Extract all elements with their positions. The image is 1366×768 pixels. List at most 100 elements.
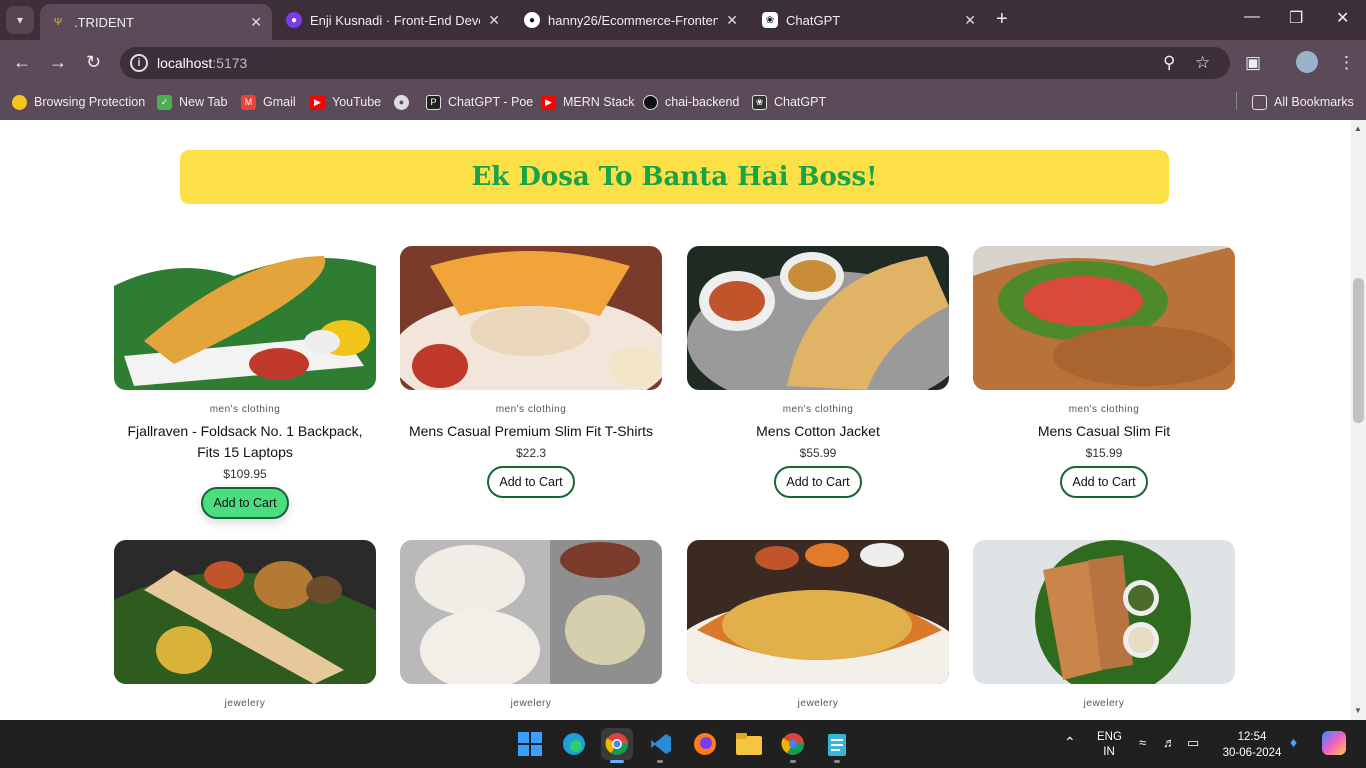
bookmark-mern-stack[interactable]: ▶ MERN Stack [541,92,635,112]
trident-favicon-icon: Ψ [53,16,63,28]
product-card: jewelery [400,540,662,709]
open-indicator [657,760,663,763]
product-image[interactable] [400,246,662,390]
reload-icon[interactable]: ↻ [86,52,101,73]
forward-icon[interactable]: → [49,52,67,73]
close-icon[interactable]: ✕ [488,12,500,29]
bookmark-new-tab[interactable]: ✓ New Tab [157,92,227,112]
edge-icon[interactable] [558,728,590,760]
chrome-profile-icon[interactable] [777,728,809,760]
product-card: men's clothing Mens Casual Premium Slim … [400,246,662,498]
bookmark-youtube[interactable]: ▶ YouTube [310,92,381,112]
close-icon[interactable]: ✕ [964,12,976,29]
volume-icon[interactable]: ♬ [1163,735,1176,750]
github-icon [643,94,658,110]
youtube-icon: ▶ [310,94,325,110]
bookmark-gmail[interactable]: M Gmail [241,92,296,112]
product-category: jewelery [510,698,552,709]
tab-github-ecommerce[interactable]: ● hanny26/Ecommerce-Frontend ✕ [514,0,748,40]
github-icon: ● [524,12,540,28]
notification-bell-icon[interactable]: ♦ [1290,734,1297,750]
extensions-icon[interactable]: ▣ [1245,53,1261,73]
portfolio-favicon-icon: ● [286,12,302,28]
profile-avatar[interactable] [1296,51,1318,73]
product-image[interactable] [687,540,949,684]
minimize-icon[interactable]: — [1244,8,1260,26]
site-info-icon[interactable]: i [130,54,148,72]
back-icon[interactable]: ← [13,52,31,73]
tab-trident[interactable]: Ψ .TRIDENT ✕ [40,4,272,40]
clock[interactable]: 12:54 30-06-2024 [1218,729,1286,761]
add-to-cart-button[interactable]: Add to Cart [487,466,575,498]
product-image[interactable] [687,246,949,390]
product-image[interactable] [973,540,1235,684]
product-image[interactable] [973,246,1235,390]
shield-icon [12,94,27,110]
bookmark-chai-backend[interactable]: chai-backend [643,92,739,112]
close-icon[interactable]: ✕ [726,12,738,29]
product-price: $15.99 [1085,446,1123,460]
copilot-icon[interactable] [1322,731,1346,755]
product-category: jewelery [797,698,839,709]
language-indicator[interactable]: ENG IN [1097,730,1122,760]
firefox-icon[interactable] [689,728,721,760]
restore-icon[interactable]: ❐ [1289,8,1303,28]
product-image[interactable] [400,540,662,684]
menu-icon[interactable]: ⋮ [1338,53,1355,73]
bookmark-chatgpt-poe[interactable]: P ChatGPT - Poe [426,92,533,112]
open-indicator [834,760,840,763]
page-viewport: Ek Dosa To Banta Hai Boss! men's clothin… [0,120,1351,720]
wifi-icon[interactable]: ≈ [1139,735,1146,750]
close-window-icon[interactable]: ✕ [1336,8,1349,28]
all-bookmarks[interactable]: All Bookmarks [1252,92,1354,112]
tab-enji-kusnadi[interactable]: ● Enji Kusnadi · Front-End Develo ✕ [276,0,510,40]
product-category: men's clothing [209,404,281,415]
notepad-icon[interactable] [821,728,853,760]
bookmark-star-icon[interactable]: ☆ [1195,53,1210,73]
product-name: Mens Casual Slim Fit [1037,423,1171,439]
url-text[interactable]: localhost:5173 [157,55,247,71]
product-image[interactable] [114,246,376,390]
poe-icon: P [426,94,441,110]
bookmark-chatgpt[interactable]: ❀ ChatGPT [752,92,826,112]
bookmark-globe[interactable]: ● [394,92,416,112]
product-category: men's clothing [782,404,854,415]
scrollbar-thumb[interactable] [1353,278,1364,423]
show-hidden-icons[interactable]: ⌃ [1064,734,1076,751]
product-card: jewelery [114,540,376,709]
product-name: Fjallraven - Foldsack No. 1 Backpack, Fi… [127,423,363,460]
folder-icon [1252,94,1267,110]
product-card: jewelery [687,540,949,709]
globe-icon: ● [394,94,409,110]
product-price: $109.95 [223,467,267,481]
chrome-icon[interactable] [601,728,633,760]
tab-title: .TRIDENT [74,14,134,30]
product-name: Mens Casual Premium Slim Fit T-Shirts [408,423,653,439]
close-icon[interactable]: ✕ [250,14,262,31]
product-card: men's clothing Fjallraven - Foldsack No.… [114,246,376,519]
product-card: jewelery [973,540,1235,709]
vscode-icon[interactable] [645,728,677,760]
battery-icon[interactable]: ▭ [1187,735,1199,751]
zoom-icon[interactable]: ⚲ [1163,53,1175,73]
new-tab-icon: ✓ [157,94,172,110]
product-image[interactable] [114,540,376,684]
new-tab-button[interactable]: + [996,8,1008,31]
scroll-down-icon[interactable]: ▼ [1354,706,1362,715]
tab-chatgpt[interactable]: ❀ ChatGPT ✕ [752,0,986,40]
bookmark-browsing-protection[interactable]: Browsing Protection [12,92,145,112]
tab-title: Enji Kusnadi · Front-End Develo [310,12,481,28]
scroll-up-icon[interactable]: ▲ [1354,124,1362,133]
active-indicator [610,760,624,763]
windows-start-icon[interactable] [514,728,546,760]
file-explorer-icon[interactable] [733,728,765,760]
add-to-cart-button[interactable]: Add to Cart [201,487,289,519]
product-price: $22.3 [515,446,547,460]
add-to-cart-button[interactable]: Add to Cart [1060,466,1148,498]
banner-heading: Ek Dosa To Banta Hai Boss! [471,162,878,192]
address-bar[interactable] [120,47,1230,79]
product-card: men's clothing Mens Casual Slim Fit $15.… [973,246,1235,498]
tab-search-button[interactable]: ▾ [6,6,34,34]
product-category: jewelery [224,698,266,709]
add-to-cart-button[interactable]: Add to Cart [774,466,862,498]
